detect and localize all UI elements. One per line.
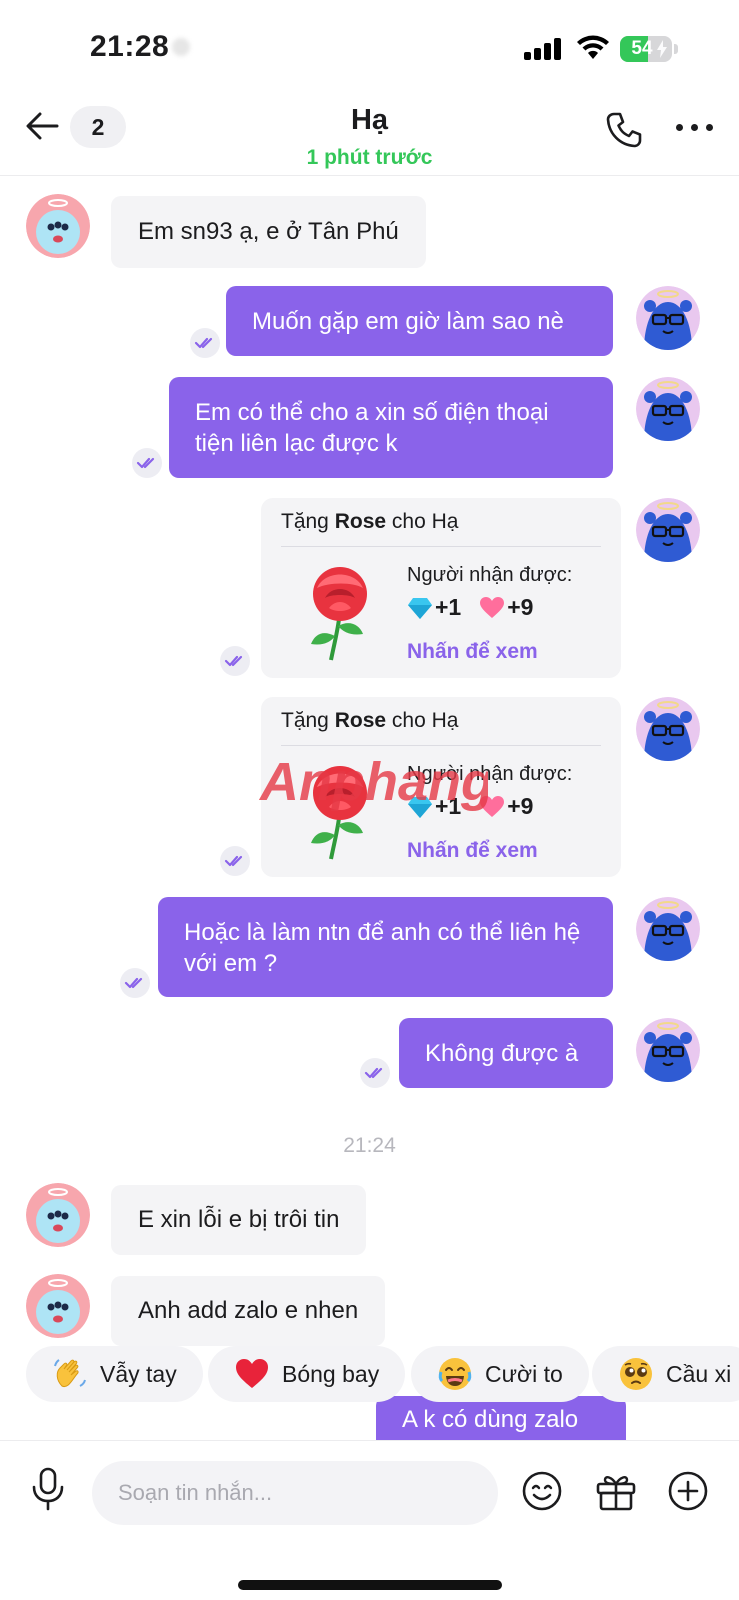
gift-recipient: cho Hạ [391,510,459,533]
gift-name: Rose [334,709,387,732]
phone-icon [606,112,642,148]
time-divider: 21:24 [343,1134,396,1157]
home-indicator [238,1580,502,1590]
heart-icon [480,795,505,817]
contact-avatar[interactable] [26,1274,90,1338]
view-gift-link[interactable]: Nhấn để xem [407,640,538,664]
status-time: 21:28 [90,30,170,63]
gift-prefix: Tặng [281,510,329,533]
gift-rewards: +1 +9 [407,594,533,621]
read-receipt-icon [220,646,250,676]
chip-label: Cầu xi [666,1361,732,1387]
message-bubble-outgoing[interactable]: Em có thể cho a xin số điện thoại tiện l… [169,377,613,478]
plus-circle-icon [668,1471,708,1511]
rose-icon [311,567,367,661]
message-bubble-incoming[interactable]: Anh add zalo e nhen [111,1276,386,1346]
gift-message-card[interactable]: Tặng Rose cho Hạ Người nhận được: +1 +9 … [261,498,621,678]
read-receipt-icon [220,846,250,876]
read-receipt-icon [120,968,150,998]
heart-icon [234,1356,270,1392]
contact-avatar[interactable] [26,1183,90,1247]
read-receipt-icon [190,328,220,358]
quick-reaction-bar: Vẫy tay Bóng bay Cười to Cầu xi [0,1346,739,1406]
heart-icon [480,596,505,618]
gift-receive-label: Người nhận được: [407,564,573,586]
quick-reaction-wave[interactable]: Vẫy tay [26,1346,203,1402]
gift-icon [596,1476,636,1511]
heart-count: +9 [507,594,534,620]
heart-count: +9 [507,793,534,819]
diamond-count: +1 [435,793,462,819]
divider [281,745,601,746]
quick-reaction-laugh[interactable]: Cười to [411,1346,589,1402]
gift-message-card[interactable]: Tặng Rose cho Hạ Người nhận được: +1 +9 … [261,697,621,877]
quick-reaction-balloon[interactable]: Bóng bay [208,1346,406,1402]
diamond-icon [408,597,432,619]
more-options-button[interactable] [676,124,716,134]
gift-recipient: cho Hạ [391,709,459,732]
message-bubble-outgoing[interactable]: Muốn gặp em giờ làm sao nè [226,286,613,356]
message-bubble-outgoing[interactable]: Không được à [399,1018,613,1088]
cellular-signal-icon [524,38,564,60]
my-avatar[interactable] [636,377,700,441]
gift-button[interactable] [594,1469,638,1513]
divider [281,546,601,547]
diamond-icon [408,796,432,818]
laughing-face-icon [437,1356,473,1392]
emoji-button[interactable] [520,1469,564,1513]
my-avatar[interactable] [636,498,700,562]
message-bubble-incoming[interactable]: Em sn93 ạ, e ở Tân Phú [111,196,426,268]
message-composer [0,1440,739,1600]
battery-cap [674,44,678,54]
microphone-icon [32,1467,64,1511]
rose-icon [311,766,367,860]
gift-title: Tặng Rose cho Hạ [281,510,458,534]
read-receipt-icon [360,1058,390,1088]
contact-avatar[interactable] [26,194,90,258]
view-gift-link[interactable]: Nhấn để xem [407,839,538,863]
message-bubble-outgoing[interactable]: Hoặc là làm ntn để anh có thể liên hệ vớ… [158,897,613,997]
my-avatar[interactable] [636,897,700,961]
wifi-icon [576,34,610,60]
battery-icon: 54 [620,36,672,62]
add-attachment-button[interactable] [666,1469,710,1513]
voice-message-button[interactable] [28,1467,68,1511]
smiley-icon [522,1471,562,1511]
pleading-face-icon [618,1356,654,1392]
gift-prefix: Tặng [281,709,329,732]
my-avatar[interactable] [636,1018,700,1082]
status-indicator-blurred [172,38,190,56]
chip-label: Cười to [485,1361,563,1387]
my-avatar[interactable] [636,697,700,761]
quick-reaction-plead[interactable]: Cầu xi [592,1346,739,1402]
chat-header: 2 Hạ 1 phút trước [0,100,739,176]
chip-label: Vẫy tay [100,1361,177,1387]
call-button[interactable] [604,110,644,150]
charging-bolt-icon [657,40,667,58]
gift-title: Tặng Rose cho Hạ [281,709,458,733]
message-bubble-incoming[interactable]: E xin lỗi e bị trôi tin [111,1185,367,1255]
gift-rewards: +1 +9 [407,793,533,820]
my-avatar[interactable] [636,286,700,350]
gift-name: Rose [334,510,387,533]
read-receipt-icon [132,448,162,478]
message-input[interactable] [92,1461,498,1525]
waving-hand-icon [52,1356,88,1392]
chip-label: Bóng bay [282,1361,380,1387]
status-bar: 21:28 54 [0,0,739,100]
gift-receive-label: Người nhận được: [407,763,573,785]
diamond-count: +1 [435,594,462,620]
